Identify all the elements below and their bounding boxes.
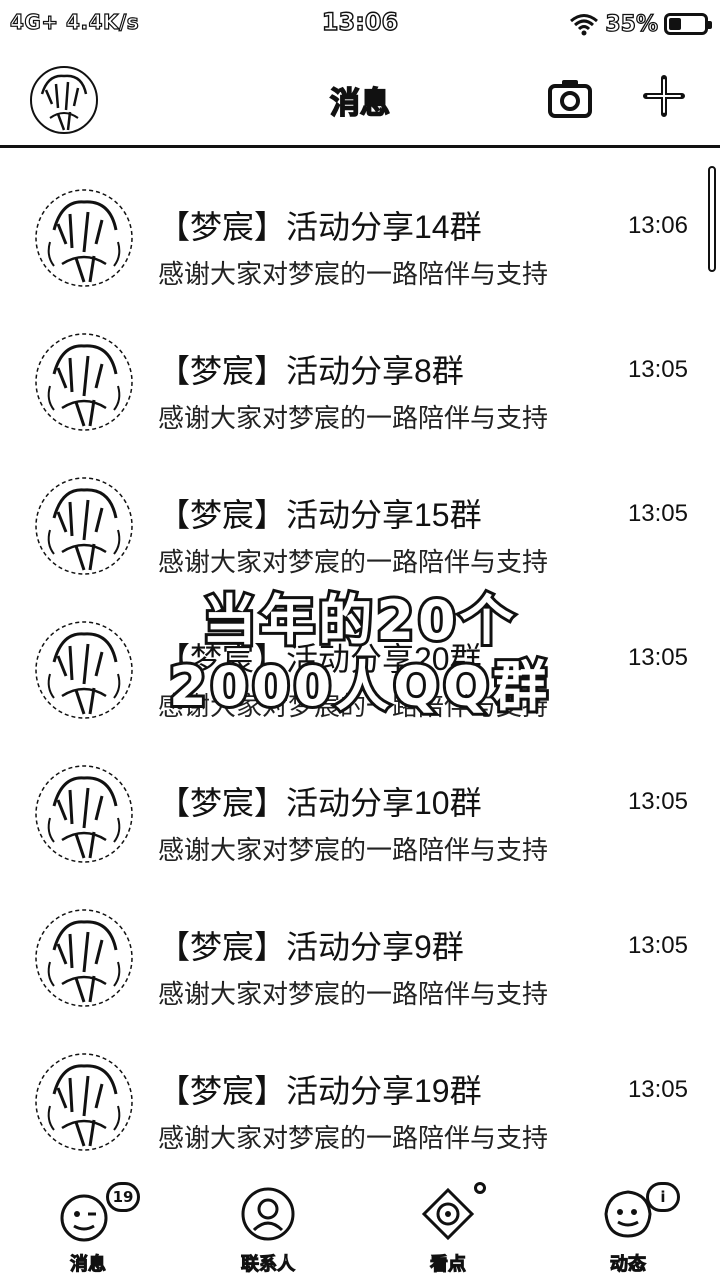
nav-label: 联系人	[241, 1254, 296, 1276]
message-preview: 感谢大家对梦宸的一路陪伴与支持	[158, 259, 549, 289]
group-avatar[interactable]	[32, 330, 136, 434]
conversation-row[interactable]: 【梦宸】活动分享9群感谢大家对梦宸的一路陪伴与支持 13:05	[0, 878, 720, 1022]
conversation-name: 【梦宸】活动分享10群	[158, 785, 482, 821]
nav-tab-kandian[interactable]: 看点	[388, 1176, 508, 1276]
message-time: 13:06	[627, 212, 688, 239]
battery-level	[669, 18, 681, 30]
message-preview: 感谢大家对梦宸的一路陪伴与支持	[158, 1123, 549, 1153]
conversation-name: 【梦宸】活动分享9群	[158, 929, 464, 965]
conversation-row[interactable]: 【梦宸】活动分享14群感谢大家对梦宸的一路陪伴与支持 13:06	[0, 158, 720, 302]
bottom-nav: 消息 19 联系人 看点 动态 i	[0, 1168, 720, 1280]
nav-label: 动态	[610, 1254, 647, 1276]
message-preview: 感谢大家对梦宸的一路陪伴与支持	[158, 835, 549, 865]
conversation-name: 【梦宸】活动分享14群	[158, 209, 482, 245]
conversation-row[interactable]: 【梦宸】活动分享8群感谢大家对梦宸的一路陪伴与支持 13:05	[0, 302, 720, 446]
group-avatar[interactable]	[32, 762, 136, 866]
notification-dot	[474, 1182, 486, 1194]
group-avatar[interactable]	[32, 474, 136, 578]
conversation-name: 【梦宸】活动分享19群	[158, 1073, 482, 1109]
message-time: 13:05	[627, 788, 688, 815]
status-right: 35%	[569, 8, 712, 40]
nav-tab-contacts[interactable]: 联系人	[208, 1176, 328, 1276]
camera-icon[interactable]	[546, 74, 594, 122]
message-preview: 感谢大家对梦宸的一路陪伴与支持	[158, 547, 549, 577]
unread-badge: i	[646, 1182, 680, 1212]
message-time: 13:05	[627, 1076, 688, 1103]
conversation-row[interactable]: 【梦宸】活动分享15群感谢大家对梦宸的一路陪伴与支持 13:05	[0, 446, 720, 590]
plus-icon[interactable]	[642, 74, 686, 118]
message-preview: 感谢大家对梦宸的一路陪伴与支持	[158, 979, 549, 1009]
contacts-icon	[238, 1184, 298, 1244]
nav-tab-messages[interactable]: 消息 19	[28, 1176, 148, 1276]
wifi-icon	[570, 14, 599, 36]
header: 消息	[0, 52, 720, 148]
message-time: 13:05	[627, 356, 688, 383]
nav-label: 看点	[430, 1254, 467, 1276]
conversation-row[interactable]: 【梦宸】活动分享19群感谢大家对梦宸的一路陪伴与支持 13:05	[0, 1022, 720, 1160]
conversation-name: 【梦宸】活动分享8群	[158, 353, 464, 389]
group-avatar[interactable]	[32, 1050, 136, 1154]
message-preview: 感谢大家对梦宸的一路陪伴与支持	[158, 403, 549, 433]
group-avatar[interactable]	[32, 186, 136, 290]
message-time: 13:05	[627, 932, 688, 959]
nav-tab-moments[interactable]: 动态 i	[568, 1176, 688, 1276]
battery-icon	[664, 13, 712, 35]
message-time: 13:05	[627, 500, 688, 527]
overlay-caption-line2: 2000人QQ群	[166, 652, 552, 721]
status-bar: 4G+ 4.4K/s 13:06 35%	[0, 0, 720, 48]
scrollbar[interactable]	[708, 166, 716, 272]
group-avatar[interactable]	[32, 906, 136, 1010]
nav-label: 消息	[70, 1254, 107, 1276]
battery-percent: 35%	[605, 11, 659, 37]
eye-icon	[418, 1184, 478, 1244]
unread-badge: 19	[106, 1182, 140, 1212]
conversation-name: 【梦宸】活动分享15群	[158, 497, 482, 533]
page-title: 消息	[329, 85, 391, 122]
conversation-row[interactable]: 【梦宸】活动分享10群感谢大家对梦宸的一路陪伴与支持 13:05	[0, 734, 720, 878]
